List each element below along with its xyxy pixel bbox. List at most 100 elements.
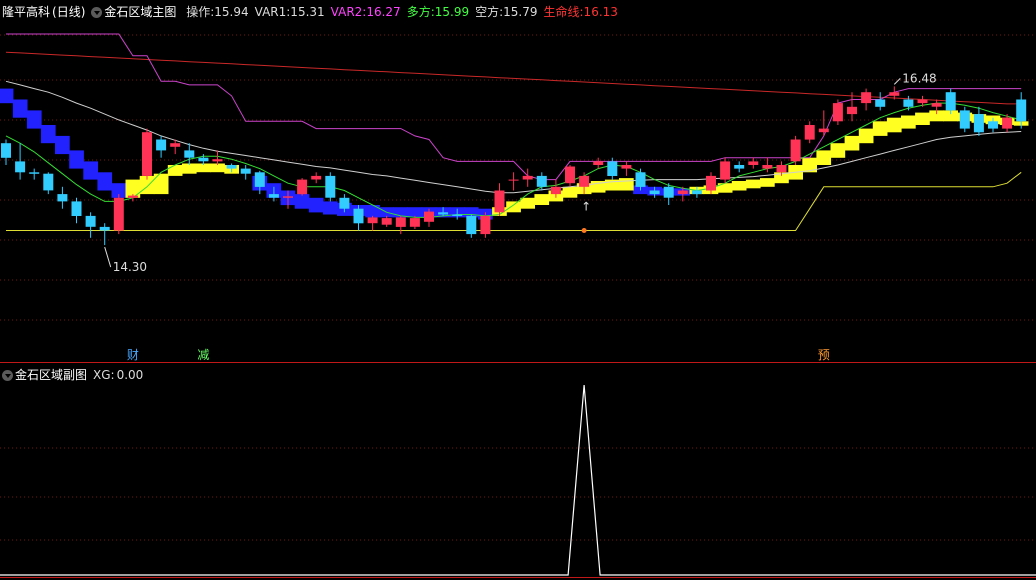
candle-body-12 — [170, 143, 181, 147]
candle-body-4 — [57, 194, 68, 202]
candle-11 — [156, 135, 167, 158]
candle-body-14 — [198, 157, 209, 162]
candle-body-28 — [395, 217, 406, 227]
candle-body-69 — [973, 114, 984, 133]
candle-body-20 — [283, 196, 293, 198]
indicator-menu-icon[interactable] — [91, 7, 103, 18]
indicator-field-5: 生命线:16.13 — [543, 5, 618, 19]
candle-body-60 — [847, 106, 857, 115]
stock-chart-canvas[interactable]: 16.48 14.30 ↑ — [0, 0, 1036, 580]
xg-label: XG: — [93, 368, 115, 382]
candle-14 — [198, 154, 209, 165]
sub-indicator-chart[interactable] — [0, 384, 1036, 576]
candle-27 — [381, 215, 392, 227]
candle-body-53 — [748, 161, 759, 165]
candle-42 — [593, 157, 604, 169]
candle-67 — [945, 88, 956, 115]
candle-34 — [480, 212, 491, 238]
duo-band-61 — [858, 128, 874, 144]
candle-body-15 — [212, 159, 223, 162]
indicator-field-3: 多方:15.99 — [406, 5, 470, 19]
candle-body-18 — [254, 172, 265, 187]
candle-body-9 — [127, 195, 138, 198]
candle-body-51 — [720, 161, 731, 180]
candle-53 — [748, 157, 759, 169]
candle-body-0 — [1, 143, 11, 158]
candle-body-67 — [945, 92, 956, 111]
candle-body-24 — [339, 197, 350, 209]
candle-26 — [367, 215, 378, 231]
candle-body-44 — [621, 165, 632, 169]
sub-indicator-name[interactable]: 金石区域副图 — [15, 368, 87, 382]
candle-body-64 — [903, 99, 914, 107]
kong-band-21 — [294, 194, 310, 209]
main-indicator-name[interactable]: 金石区域主图 — [104, 5, 176, 19]
indicator-field-4: 空方:15.79 — [475, 5, 538, 19]
candle-body-26 — [367, 217, 378, 224]
main-price-chart[interactable]: 16.48 14.30 ↑ — [0, 33, 1029, 274]
candle-36 — [508, 172, 519, 191]
candle-body-70 — [988, 121, 998, 129]
kong-band-22 — [308, 197, 324, 213]
candle-body-54 — [762, 165, 773, 169]
candle-body-49 — [691, 190, 702, 195]
candle-body-1 — [15, 161, 26, 173]
candle-body-63 — [889, 92, 900, 96]
candle-body-29 — [409, 218, 420, 227]
candle-37 — [522, 168, 533, 187]
candle-body-32 — [452, 214, 463, 216]
candle-body-13 — [184, 150, 195, 158]
duo-band-38 — [534, 194, 550, 205]
candle-3 — [43, 172, 54, 195]
candle-body-3 — [43, 173, 54, 191]
kong-band-2 — [26, 110, 42, 129]
signal-tag-0: 财 — [126, 348, 139, 362]
duo-band-58 — [816, 150, 832, 165]
candle-body-43 — [607, 161, 618, 176]
kong-band-5 — [69, 150, 84, 169]
candle-body-59 — [832, 103, 843, 122]
candle-body-46 — [649, 190, 660, 195]
main-chart-header: 隆平高科 (日线) 金石区域主图 操作:15.94 VAR1:15.31 VAR2:16… — [2, 3, 626, 21]
duo-band-59 — [830, 143, 846, 158]
indicator-field-0: 操作:15.94 — [186, 5, 249, 19]
duo-band-53 — [745, 179, 761, 189]
high-pointer — [893, 78, 901, 85]
candle-body-34 — [480, 215, 491, 235]
kong-band-3 — [40, 125, 56, 144]
duo-band-65 — [915, 112, 930, 125]
candle-body-47 — [663, 186, 674, 198]
signal-tag-1: 减 — [197, 348, 210, 362]
candle-18 — [254, 170, 265, 195]
candle-body-36 — [508, 179, 519, 181]
candle-body-50 — [706, 175, 716, 191]
candle-body-5 — [71, 201, 82, 216]
candle-body-2 — [29, 172, 40, 174]
candle-61 — [861, 88, 872, 111]
candle-body-17 — [240, 168, 251, 174]
candle-56 — [790, 135, 801, 165]
candle-body-37 — [522, 175, 533, 180]
kong-band-6 — [83, 161, 98, 180]
candle-38 — [536, 172, 547, 191]
candle-15 — [212, 150, 223, 165]
kong-band-1 — [12, 99, 28, 118]
candle-body-22 — [311, 175, 322, 180]
duo-band-52 — [731, 181, 747, 191]
candle-body-61 — [861, 92, 872, 104]
buy-arrow-icon: ↑ — [581, 200, 591, 214]
indicator-field-2: VAR2:16.27 — [330, 5, 401, 19]
kong-band-0 — [0, 88, 14, 104]
candle-body-7 — [99, 226, 110, 231]
candle-35 — [494, 183, 505, 216]
sub-indicator-menu-icon[interactable] — [2, 370, 13, 381]
candle-8 — [113, 194, 124, 235]
candle-0 — [1, 139, 11, 165]
duo-band-54 — [760, 178, 775, 187]
candle-body-68 — [959, 110, 970, 129]
candle-body-35 — [494, 190, 505, 213]
duo-band-36 — [506, 201, 521, 213]
candle-body-71 — [1002, 117, 1013, 129]
stock-name[interactable]: 隆平高科 — [2, 5, 50, 19]
candle-body-42 — [593, 161, 604, 165]
